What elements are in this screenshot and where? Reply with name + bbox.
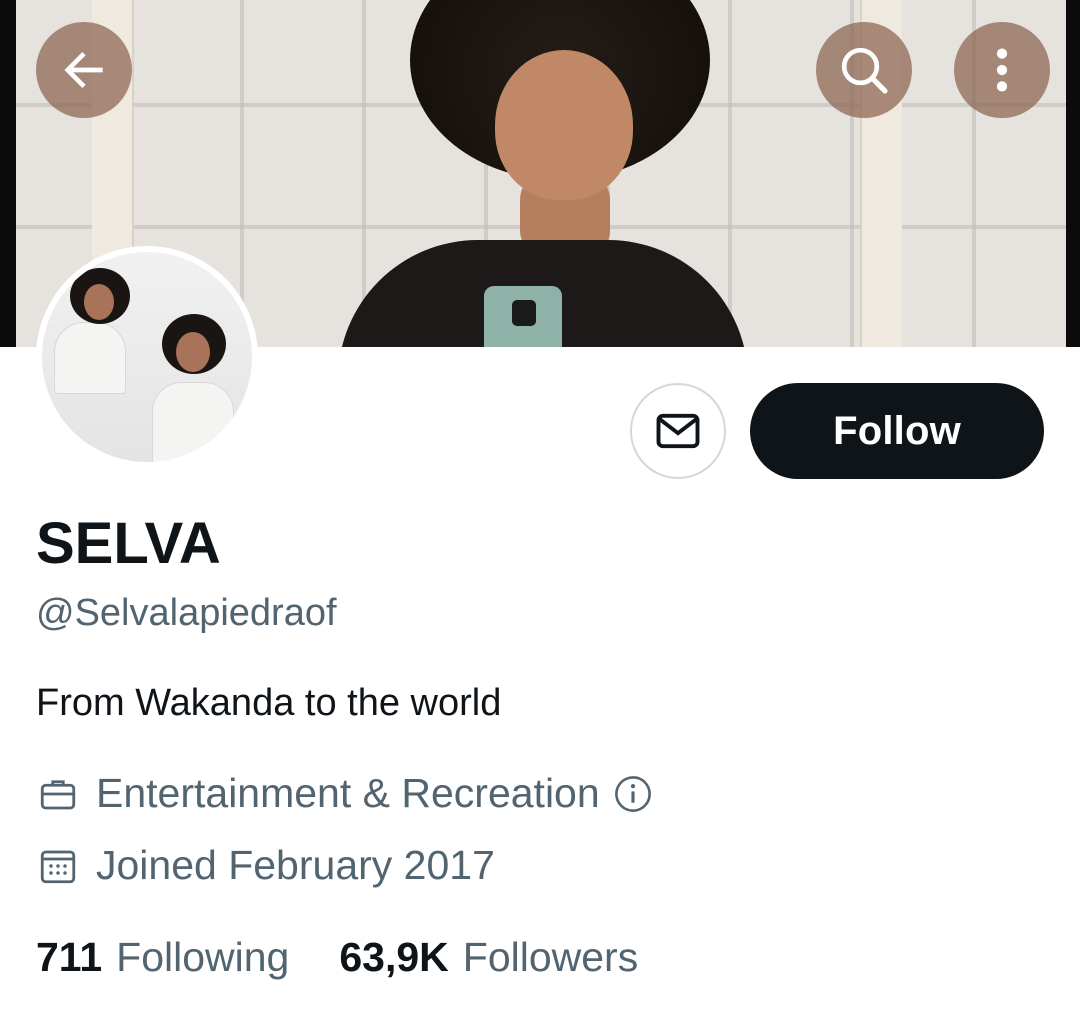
profile-stats: 711 Following 63,9K Followers xyxy=(36,934,638,981)
profile-category: Entertainment & Recreation xyxy=(96,770,600,816)
profile-category-row: Entertainment & Recreation xyxy=(36,770,654,817)
banner-edge-left xyxy=(0,0,16,347)
avatar-image xyxy=(42,252,252,462)
message-button[interactable] xyxy=(630,383,726,479)
more-options-button[interactable] xyxy=(954,22,1050,118)
profile-joined-row: Joined February 2017 xyxy=(36,842,495,889)
followers-count: 63,9K xyxy=(339,934,449,980)
follow-button[interactable]: Follow xyxy=(750,383,1044,479)
followers-link[interactable]: 63,9K Followers xyxy=(339,934,638,981)
search-button[interactable] xyxy=(816,22,912,118)
avatar-figure-left-shirt xyxy=(54,322,126,394)
profile-handle: @Selvalapiedraof xyxy=(36,592,337,634)
envelope-icon xyxy=(656,413,700,449)
profile-joined: Joined February 2017 xyxy=(96,842,495,888)
search-icon xyxy=(841,47,888,94)
following-link[interactable]: 711 Following xyxy=(36,934,289,981)
back-button[interactable] xyxy=(36,22,132,118)
profile-name: SELVA xyxy=(36,511,221,576)
following-label: Following xyxy=(116,934,290,980)
banner-phone xyxy=(484,286,562,347)
arrow-left-icon xyxy=(64,52,103,88)
following-count: 711 xyxy=(36,934,103,980)
calendar-icon xyxy=(36,844,80,888)
follow-button-label: Follow xyxy=(833,408,961,453)
avatar-figure-left-face xyxy=(84,284,114,320)
avatar[interactable] xyxy=(36,246,258,468)
avatar-figure-right-shirt xyxy=(152,382,234,462)
more-vertical-icon xyxy=(996,48,1008,92)
info-icon[interactable] xyxy=(612,773,654,815)
profile-bio: From Wakanda to the world xyxy=(36,682,502,724)
banner-edge-right xyxy=(1066,0,1080,347)
avatar-figure-right-face xyxy=(176,332,210,372)
banner-person-face xyxy=(495,50,633,200)
followers-label: Followers xyxy=(462,934,639,980)
briefcase-icon xyxy=(36,772,80,816)
